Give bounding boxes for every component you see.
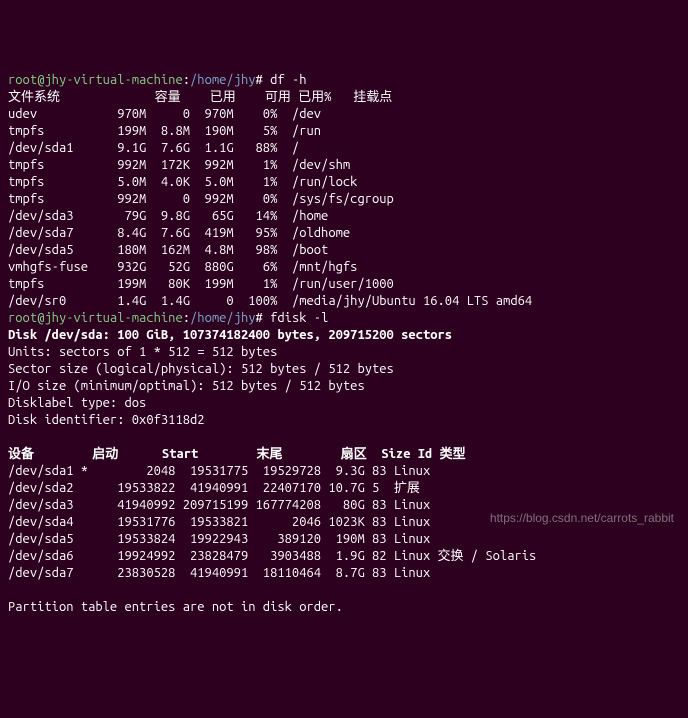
watermark: https://blog.csdn.net/carrots_rabbit xyxy=(490,510,674,527)
terminal-output: root@jhy-virtual-machine:/home/jhy# df -… xyxy=(8,72,680,616)
